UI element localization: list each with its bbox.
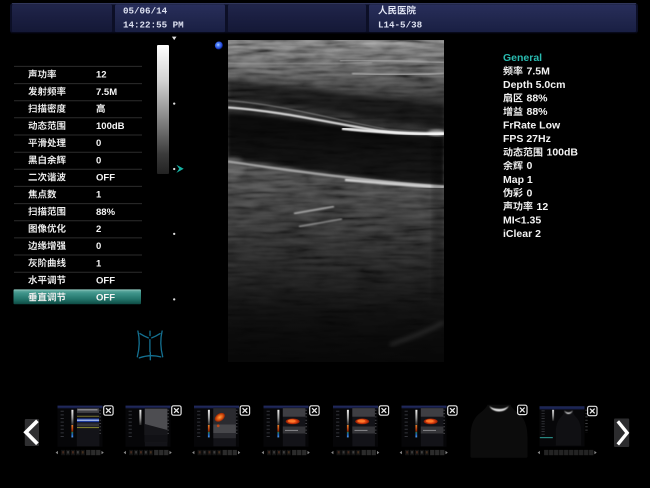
- svg-text:0: 0: [96, 138, 101, 149]
- svg-text:MI<1.35: MI<1.35: [503, 214, 541, 226]
- svg-text:12: 12: [537, 201, 549, 213]
- svg-text:2: 2: [96, 224, 101, 235]
- svg-text:1: 1: [96, 258, 102, 269]
- svg-text:88%: 88%: [527, 106, 549, 118]
- svg-text:88%: 88%: [96, 207, 116, 218]
- svg-text:Map 1: Map 1: [503, 174, 533, 186]
- svg-text:88%: 88%: [527, 93, 549, 105]
- svg-text:100dB: 100dB: [547, 147, 579, 159]
- svg-text:iClear 2: iClear 2: [503, 228, 541, 240]
- svg-text:7.5M: 7.5M: [96, 87, 117, 98]
- svg-text:FrRate Low: FrRate Low: [503, 120, 561, 132]
- svg-text:0: 0: [527, 187, 533, 199]
- svg-text:100dB: 100dB: [96, 121, 125, 132]
- svg-text:05/06/14: 05/06/14: [123, 6, 168, 17]
- svg-text:7.5M: 7.5M: [527, 65, 551, 77]
- svg-text:0: 0: [527, 160, 533, 172]
- svg-text:1: 1: [96, 190, 102, 201]
- svg-text:OFF: OFF: [96, 293, 115, 304]
- svg-text:0: 0: [96, 241, 101, 252]
- svg-text:FPS 27Hz: FPS 27Hz: [503, 133, 551, 145]
- svg-text:General: General: [503, 52, 542, 64]
- svg-text:L14-5/38: L14-5/38: [378, 20, 423, 31]
- svg-text:OFF: OFF: [96, 275, 115, 286]
- svg-text:0: 0: [96, 155, 101, 166]
- svg-text:12: 12: [96, 70, 107, 81]
- svg-text:Depth 5.0cm: Depth 5.0cm: [503, 79, 565, 91]
- svg-text:14:22:55 PM: 14:22:55 PM: [123, 20, 184, 31]
- svg-text:OFF: OFF: [96, 173, 115, 184]
